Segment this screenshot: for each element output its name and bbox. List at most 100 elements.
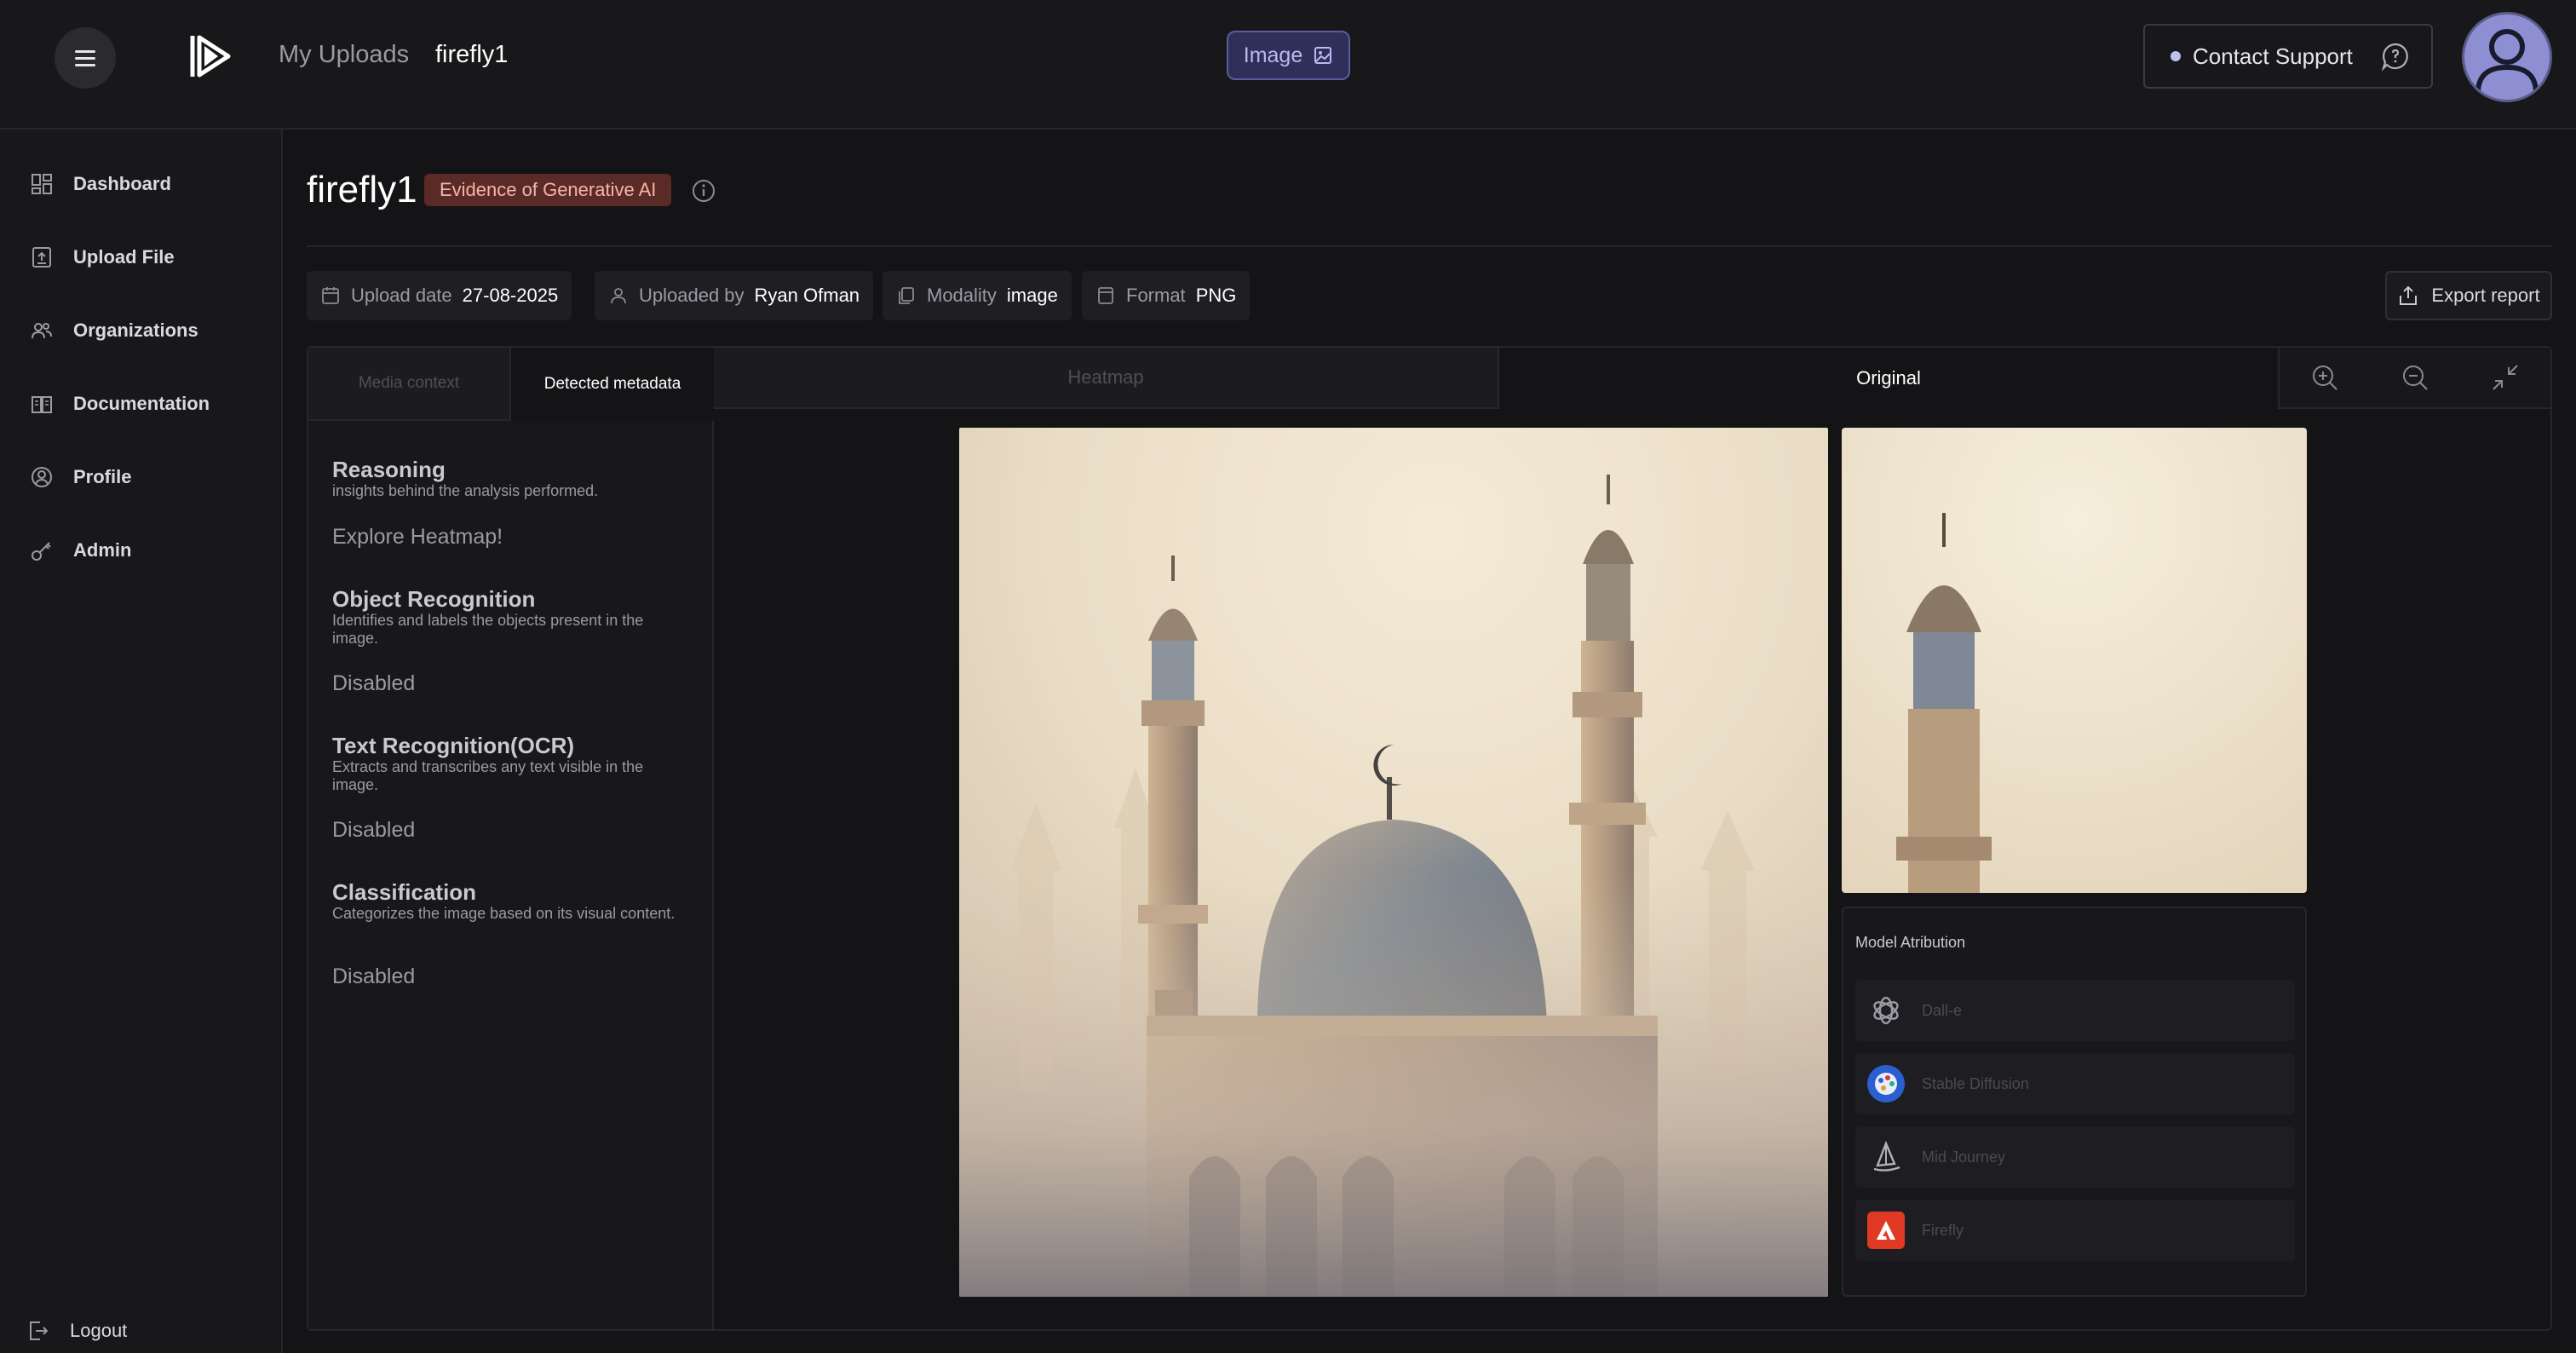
section-title-ocr: Text Recognition(OCR): [332, 733, 575, 758]
model-name-firefly: Firefly: [1922, 1221, 1964, 1239]
upload-date-value: 27-08-2025: [462, 285, 559, 306]
uploaded-by-value: Ryan Ofman: [754, 285, 860, 306]
status-dot-icon: [2171, 51, 2181, 61]
uploaded-by-chip: Uploaded by Ryan Ofman: [595, 271, 874, 320]
viewer-tabs: Heatmap Original: [714, 348, 2550, 409]
menu-toggle-button[interactable]: [55, 27, 116, 89]
info-icon[interactable]: [692, 179, 716, 203]
format-label: Format: [1126, 285, 1186, 306]
metadata-panel: Media context Detected metadata Reasonin…: [308, 348, 714, 1329]
sidebar-item-label: Profile: [73, 466, 132, 487]
sidebar: Dashboard Upload File Organizations Docu…: [0, 130, 283, 1353]
model-row-stable-diffusion[interactable]: Stable Diffusion: [1855, 1053, 2295, 1114]
hamburger-icon: [75, 49, 95, 66]
section-value-classification: Disabled: [332, 964, 416, 988]
media-type-badge: Image: [1227, 31, 1350, 80]
grid-icon: [32, 174, 52, 194]
divider: [307, 245, 2552, 247]
section-value-object-recognition: Disabled: [332, 671, 416, 695]
sidebar-item-documentation[interactable]: Documentation: [31, 387, 210, 421]
calendar-icon: [322, 287, 339, 304]
logout-icon: [30, 1321, 49, 1340]
sidebar-item-label: Admin: [73, 539, 132, 561]
section-title-reasoning: Reasoning: [332, 457, 446, 482]
top-bar: My Uploads firefly1 Image Contact Suppor…: [0, 0, 2576, 130]
tab-heatmap[interactable]: Heatmap: [714, 348, 1499, 409]
app-logo-icon[interactable]: [189, 32, 233, 80]
modality-label: Modality: [927, 285, 997, 306]
tab-original[interactable]: Original: [1499, 348, 2278, 409]
analysis-panel: Media context Detected metadata Reasonin…: [307, 346, 2552, 1331]
user-avatar-icon: [2475, 29, 2539, 94]
tab-detected-metadata[interactable]: Detected metadata: [511, 348, 714, 421]
sidebar-item-organizations[interactable]: Organizations: [31, 314, 198, 348]
sidebar-item-dashboard[interactable]: Dashboard: [31, 167, 171, 201]
upload-date-chip: Upload date 27-08-2025: [307, 271, 572, 320]
user-icon: [611, 288, 626, 304]
export-icon: [2400, 285, 2418, 305]
sidebar-item-label: Dashboard: [73, 173, 171, 194]
sidebar-item-label: Upload File: [73, 246, 175, 268]
contact-support-label: Contact Support: [2193, 43, 2353, 69]
upload-file-icon: [32, 247, 51, 268]
zoom-out-icon[interactable]: [2400, 362, 2430, 393]
model-name-midjourney: Mid Journey: [1922, 1148, 2006, 1166]
section-desc-object-recognition: Identifies and labels the objects presen…: [332, 612, 644, 647]
section-desc-reasoning: insights behind the analysis performed.: [332, 482, 599, 499]
key-icon: [32, 542, 51, 561]
format-chip: Format PNG: [1082, 271, 1251, 320]
model-row-midjourney[interactable]: Mid Journey: [1855, 1126, 2295, 1188]
format-value: PNG: [1195, 285, 1237, 306]
modality-value: image: [1006, 285, 1058, 306]
collapse-icon[interactable]: [2490, 362, 2521, 393]
zoom-in-icon[interactable]: [2309, 362, 2340, 393]
stable-diffusion-icon: [1867, 1065, 1905, 1103]
sidebar-item-label: Organizations: [73, 320, 198, 341]
model-name-stable-diffusion: Stable Diffusion: [1922, 1074, 2029, 1092]
book-icon: [32, 396, 52, 413]
explore-heatmap-link[interactable]: Explore Heatmap!: [332, 525, 503, 550]
mosque-image-illustration: [959, 428, 1828, 1297]
users-icon: [32, 323, 52, 339]
logout-label: Logout: [70, 1320, 128, 1341]
media-type-label: Image: [1243, 43, 1303, 67]
page-title: firefly1: [307, 169, 417, 210]
model-row-dalle[interactable]: Dall-e: [1855, 980, 2295, 1041]
section-title-classification: Classification: [332, 879, 477, 905]
breadcrumb-current: firefly1: [435, 41, 509, 68]
export-report-button[interactable]: Export report: [2385, 271, 2552, 320]
user-circle-icon: [32, 467, 52, 487]
upload-date-label: Upload date: [351, 285, 452, 306]
zoomed-preview-illustration: [1842, 428, 2307, 893]
export-report-label: Export report: [2431, 285, 2540, 306]
tab-media-context[interactable]: Media context: [308, 348, 511, 421]
zoom-toolbar: [2278, 348, 2550, 409]
model-name-dalle: Dall-e: [1922, 1001, 1963, 1019]
logout-button[interactable]: Logout: [27, 1314, 127, 1348]
model-attribution-title: Model Atribution: [1855, 934, 1966, 951]
user-avatar-button[interactable]: [2462, 12, 2552, 102]
uploaded-by-label: Uploaded by: [639, 285, 745, 306]
section-title-object-recognition: Object Recognition: [332, 586, 536, 612]
openai-icon: [1867, 992, 1905, 1029]
section-desc-ocr: Extracts and transcribes any text visibl…: [332, 758, 644, 793]
chat-bubble-icon: [2381, 43, 2408, 72]
breadcrumb-my-uploads[interactable]: My Uploads: [279, 41, 409, 69]
contact-support-button[interactable]: Contact Support: [2143, 24, 2433, 89]
file-format-icon: [1098, 287, 1113, 304]
model-attribution-card: Model Atribution Dall-e Stable Diffusion…: [1842, 907, 2307, 1297]
copy-icon: [899, 287, 914, 304]
model-row-firefly[interactable]: Firefly: [1855, 1200, 2295, 1261]
zoomed-preview-image[interactable]: [1842, 428, 2307, 893]
image-icon: [1314, 47, 1332, 64]
sidebar-item-admin[interactable]: Admin: [31, 533, 131, 567]
sidebar-item-profile[interactable]: Profile: [31, 460, 131, 494]
generative-ai-badge: Evidence of Generative AI: [424, 174, 672, 206]
midjourney-sail-icon: [1867, 1138, 1905, 1176]
adobe-firefly-icon: [1867, 1212, 1905, 1249]
original-image[interactable]: [959, 428, 1828, 1297]
sidebar-item-upload-file[interactable]: Upload File: [31, 240, 175, 274]
section-desc-classification: Categorizes the image based on its visua…: [332, 905, 676, 922]
sidebar-item-label: Documentation: [73, 393, 210, 414]
modality-chip: Modality image: [883, 271, 1072, 320]
